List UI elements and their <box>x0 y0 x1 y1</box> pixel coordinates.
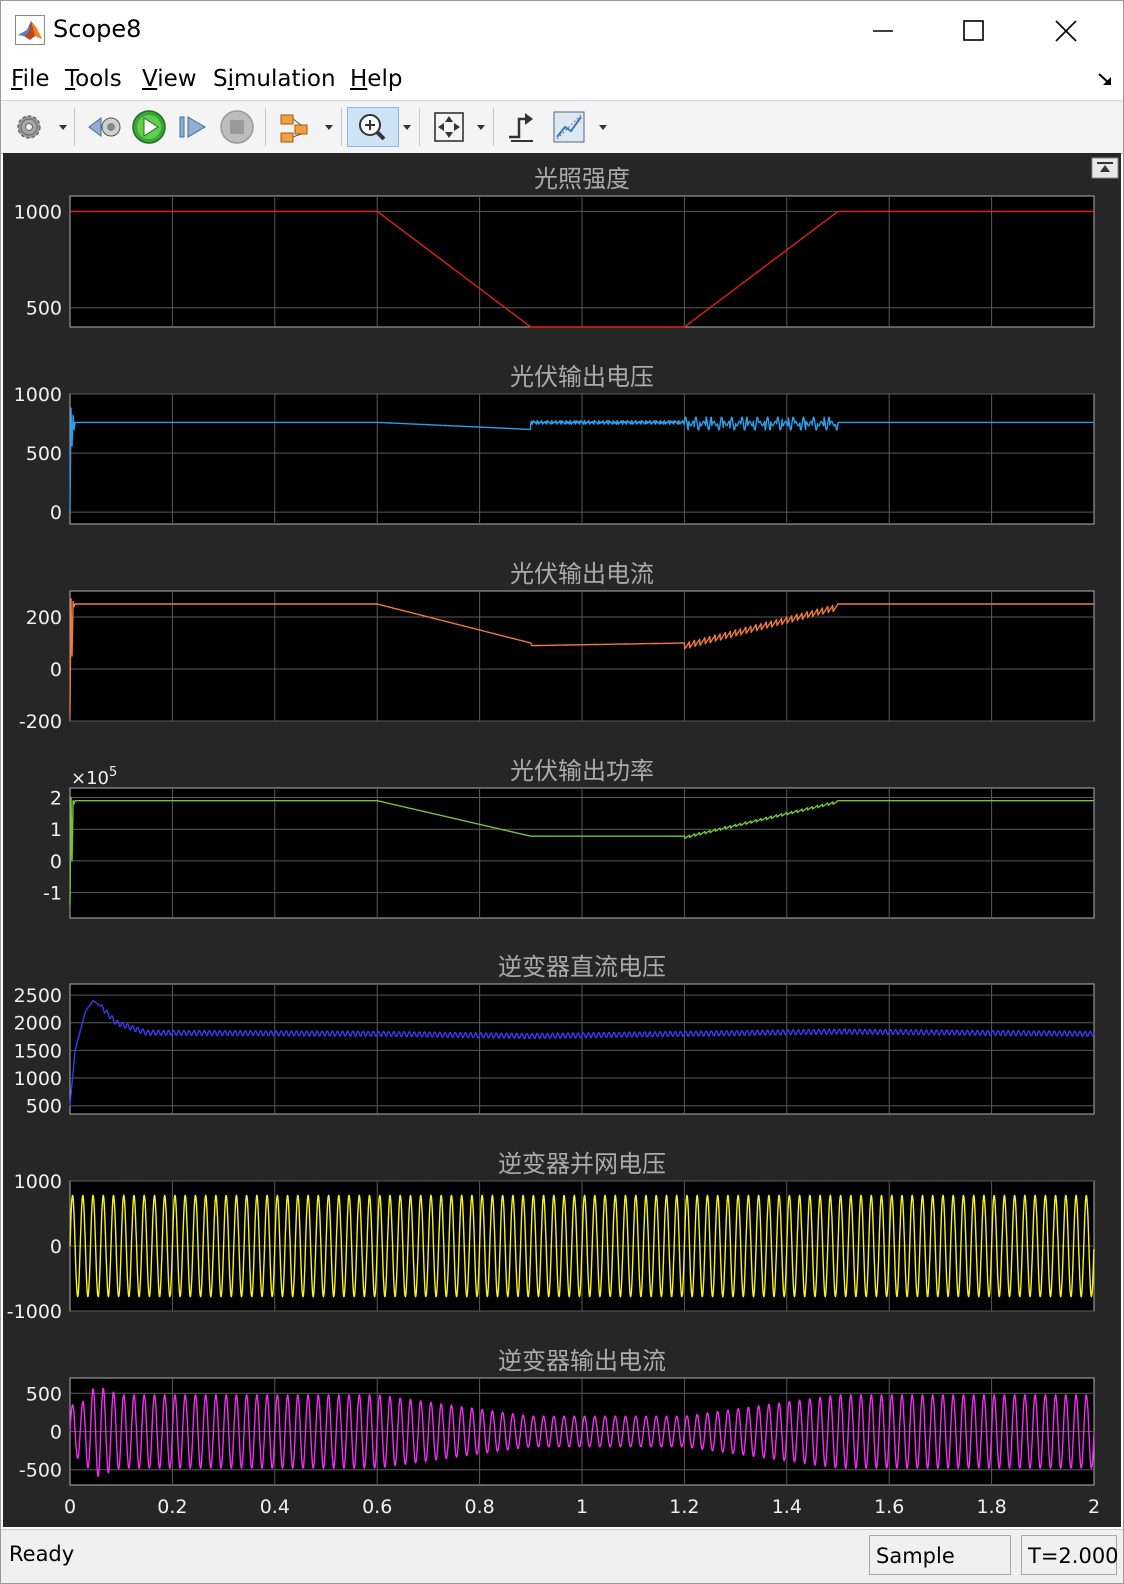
maximize-icon <box>963 20 984 41</box>
run-button[interactable] <box>129 107 169 147</box>
matlab-logo-icon <box>15 15 45 45</box>
scope-display-area <box>3 153 1121 1527</box>
fit-to-view-icon <box>434 112 464 142</box>
zoom-in-button[interactable] <box>347 107 399 147</box>
step-back-button[interactable] <box>85 107 125 147</box>
run-icon <box>132 110 166 144</box>
status-bar: Ready Sample based T=2.000 <box>1 1529 1123 1583</box>
signal-selector-icon <box>280 114 308 143</box>
step-back-icon <box>88 117 121 137</box>
step-forward-button[interactable] <box>173 107 213 147</box>
title-bar: Scope8 <box>1 1 1123 59</box>
zoom-in-icon <box>359 114 386 141</box>
measurements-button[interactable] <box>549 107 589 147</box>
chevron-down-icon[interactable] <box>57 115 69 139</box>
restore-layout-icon[interactable] <box>1091 157 1119 179</box>
maximize-button[interactable] <box>929 5 1017 57</box>
menu-file[interactable]: File <box>11 64 50 94</box>
configuration-button[interactable] <box>11 107 51 147</box>
menu-view[interactable]: View <box>142 64 197 94</box>
menu-help[interactable]: Help <box>350 64 402 94</box>
menu-bar: File Tools View Simulation Help <box>1 59 1123 99</box>
step-forward-icon <box>179 116 206 138</box>
gear-icon <box>17 115 41 139</box>
scope-window: Scope8 File Tools View Simulation Help 5… <box>0 0 1124 1584</box>
chevron-down-icon[interactable] <box>475 115 487 139</box>
undock-arrow-icon[interactable] <box>1095 69 1115 89</box>
close-icon <box>1055 20 1077 42</box>
stop-button[interactable] <box>217 107 257 147</box>
close-button[interactable] <box>1021 5 1109 57</box>
chevron-down-icon[interactable] <box>597 115 609 139</box>
minimize-button[interactable] <box>839 5 927 57</box>
chevron-down-icon[interactable] <box>401 115 413 139</box>
window-title: Scope8 <box>53 15 142 43</box>
measurements-icon <box>553 111 585 143</box>
simulation-time-indicator: T=2.000 <box>1021 1535 1119 1575</box>
triggers-icon <box>509 113 533 142</box>
toolbar <box>1 100 1123 154</box>
menu-simulation[interactable]: Simulation <box>213 64 336 94</box>
status-text: Ready <box>9 1542 75 1566</box>
chevron-down-icon[interactable] <box>323 115 335 139</box>
fit-to-view-button[interactable] <box>429 107 469 147</box>
minimize-icon <box>873 30 893 32</box>
sample-mode-indicator: Sample based <box>869 1535 1011 1575</box>
stop-icon <box>220 110 254 144</box>
triggers-button[interactable] <box>503 107 543 147</box>
signal-selector-button[interactable] <box>277 107 317 147</box>
menu-tools[interactable]: Tools <box>65 64 122 94</box>
